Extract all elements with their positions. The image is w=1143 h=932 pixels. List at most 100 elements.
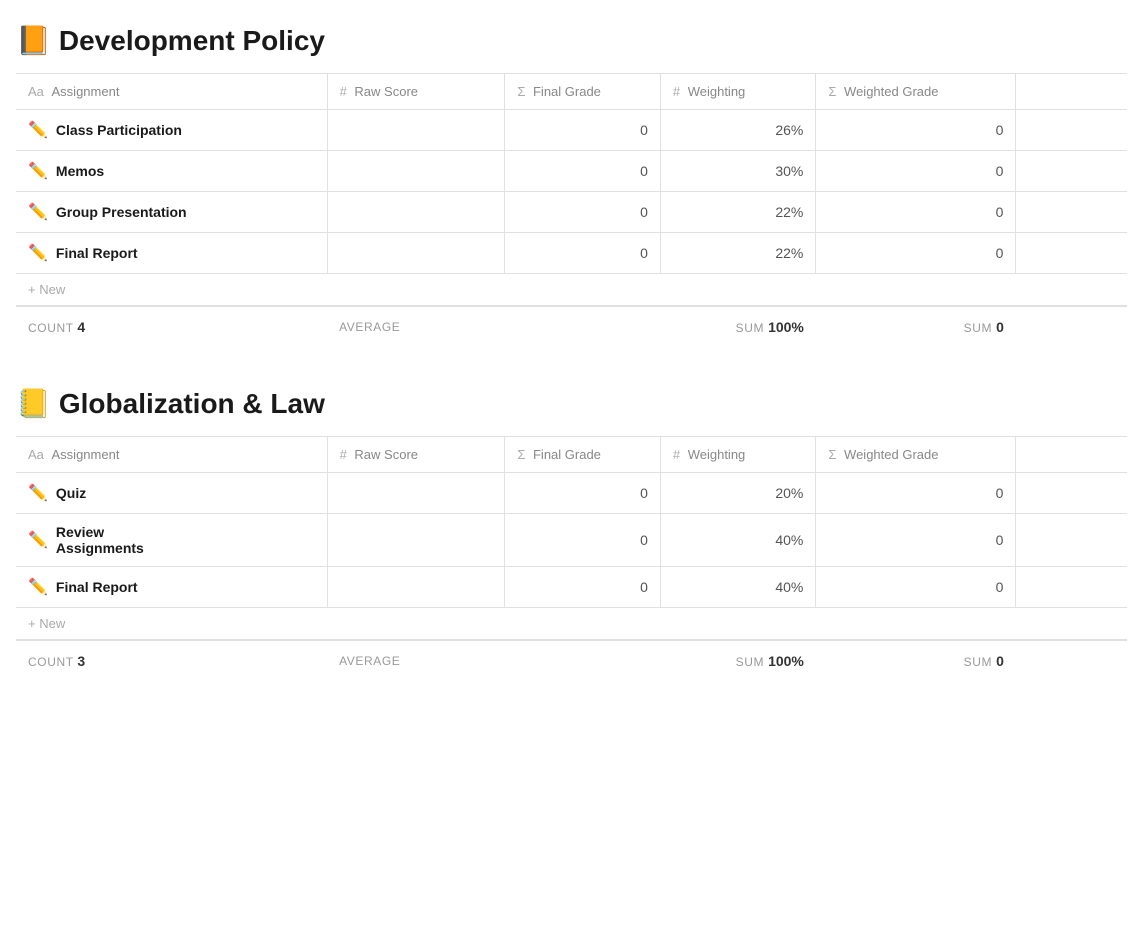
cell-final-grade: 0 (505, 151, 661, 192)
sum-weighting-value: 100% (768, 319, 804, 335)
sum-weighted-value: 0 (996, 319, 1004, 335)
cell-raw-score[interactable] (327, 151, 505, 192)
assignment-emoji: ✏️ (28, 202, 48, 222)
cell-raw-score[interactable] (327, 192, 505, 233)
count-value: 4 (77, 319, 85, 335)
th-weighted-grade: Σ Weighted Grade (816, 437, 1016, 473)
assignment-name-text: Group Presentation (56, 204, 187, 220)
assignment-emoji: ✏️ (28, 161, 48, 181)
th-final-grade: Σ Final Grade (505, 74, 661, 110)
cell-weighted-grade: 0 (816, 473, 1016, 514)
summary-extra (1016, 306, 1127, 347)
th-assignment: Aa Assignment (16, 74, 327, 110)
assignment-name-text: Final Report (56, 245, 138, 261)
th-extra (1016, 74, 1127, 110)
cell-assignment: ✏️ Final Report (16, 567, 327, 608)
cell-assignment: ✏️ Quiz (16, 473, 327, 514)
section-emoji: 📒 (16, 387, 51, 420)
cell-final-grade: 0 (505, 110, 661, 151)
section-development-policy: 📙Development PolicyAa Assignment# Raw Sc… (16, 24, 1127, 347)
new-row-label[interactable]: + New (16, 274, 1127, 307)
section-emoji: 📙 (16, 24, 51, 57)
table-development-policy: Aa Assignment# Raw ScoreΣ Final Grade# W… (16, 73, 1127, 347)
cell-final-grade: 0 (505, 473, 661, 514)
assignment-emoji: ✏️ (28, 120, 48, 140)
assignment-emoji: ✏️ (28, 577, 48, 597)
th-weighting: # Weighting (660, 437, 816, 473)
assignment-name-text: Final Report (56, 579, 138, 595)
table-row[interactable]: ✏️ Memos 030%0 (16, 151, 1127, 192)
new-row-button[interactable]: + New (16, 274, 1127, 307)
assignment-name-text: Review Assignments (56, 524, 144, 556)
th-weighted-grade: Σ Weighted Grade (816, 74, 1016, 110)
table-row[interactable]: ✏️Group Presentation022%0 (16, 192, 1127, 233)
cell-extra (1016, 473, 1127, 514)
cell-weighted-grade: 0 (816, 233, 1016, 274)
table-row[interactable]: ✏️ Quiz 020%0 (16, 473, 1127, 514)
assignment-emoji: ✏️ (28, 483, 48, 503)
th-icon-3: # (673, 447, 684, 462)
cell-final-grade: 0 (505, 514, 661, 567)
sum-weighted-value: 0 (996, 653, 1004, 669)
th-icon-4: Σ (828, 84, 840, 99)
th-icon-0: Aa (28, 84, 48, 99)
cell-raw-score[interactable] (327, 473, 505, 514)
cell-assignment: ✏️ Memos (16, 151, 327, 192)
section-title: 📙Development Policy (16, 24, 1127, 57)
table-row[interactable]: ✏️Final Report040%0 (16, 567, 1127, 608)
cell-final-grade: 0 (505, 567, 661, 608)
summary-sum-weighted: SUM 0 (816, 306, 1016, 347)
table-globalization-law: Aa Assignment# Raw ScoreΣ Final Grade# W… (16, 436, 1127, 681)
table-row[interactable]: ✏️ Final Report 022%0 (16, 233, 1127, 274)
cell-assignment: ✏️ Final Report (16, 233, 327, 274)
count-value: 3 (77, 653, 85, 669)
cell-weighted-grade: 0 (816, 151, 1016, 192)
cell-weighting: 30% (660, 151, 816, 192)
th-assignment: Aa Assignment (16, 437, 327, 473)
th-extra (1016, 437, 1127, 473)
th-raw-score: # Raw Score (327, 437, 505, 473)
assignment-emoji: ✏️ (28, 243, 48, 263)
th-icon-0: Aa (28, 447, 48, 462)
section-globalization-law: 📒Globalization & LawAa Assignment# Raw S… (16, 387, 1127, 681)
cell-weighting: 26% (660, 110, 816, 151)
th-icon-1: # (340, 447, 351, 462)
table-row[interactable]: ✏️Class Participation026%0 (16, 110, 1127, 151)
summary-sum-weighting: SUM 100% (660, 306, 816, 347)
summary-average: AVERAGE (327, 306, 505, 347)
cell-raw-score[interactable] (327, 567, 505, 608)
th-icon-3: # (673, 84, 684, 99)
summary-empty (505, 640, 661, 681)
summary-sum-weighting: SUM 100% (660, 640, 816, 681)
summary-empty (505, 306, 661, 347)
summary-count: COUNT 3 (16, 640, 327, 681)
cell-raw-score[interactable] (327, 514, 505, 567)
summary-count: COUNT 4 (16, 306, 327, 347)
cell-weighted-grade: 0 (816, 110, 1016, 151)
average-label: AVERAGE (339, 320, 400, 334)
table-row[interactable]: ✏️Review Assignments040%0 (16, 514, 1127, 567)
cell-final-grade: 0 (505, 233, 661, 274)
summary-row: COUNT 3AVERAGESUM 100%SUM 0 (16, 640, 1127, 681)
th-icon-1: # (340, 84, 351, 99)
new-row-button[interactable]: + New (16, 608, 1127, 641)
cell-extra (1016, 233, 1127, 274)
cell-raw-score[interactable] (327, 110, 505, 151)
cell-assignment: ✏️ Group Presentation (16, 192, 327, 233)
cell-weighted-grade: 0 (816, 567, 1016, 608)
cell-weighting: 22% (660, 233, 816, 274)
cell-weighting: 20% (660, 473, 816, 514)
th-icon-2: Σ (517, 84, 529, 99)
cell-weighted-grade: 0 (816, 192, 1016, 233)
new-row-label[interactable]: + New (16, 608, 1127, 641)
sum-weighting-label: SUM (736, 321, 764, 335)
cell-weighting: 40% (660, 514, 816, 567)
assignment-name-text: Memos (56, 163, 104, 179)
assignment-name-text: Quiz (56, 485, 86, 501)
th-icon-2: Σ (517, 447, 529, 462)
sum-weighted-label: SUM (964, 321, 992, 335)
sum-weighted-label: SUM (964, 655, 992, 669)
cell-raw-score[interactable] (327, 233, 505, 274)
cell-extra (1016, 151, 1127, 192)
assignment-emoji: ✏️ (28, 530, 48, 550)
